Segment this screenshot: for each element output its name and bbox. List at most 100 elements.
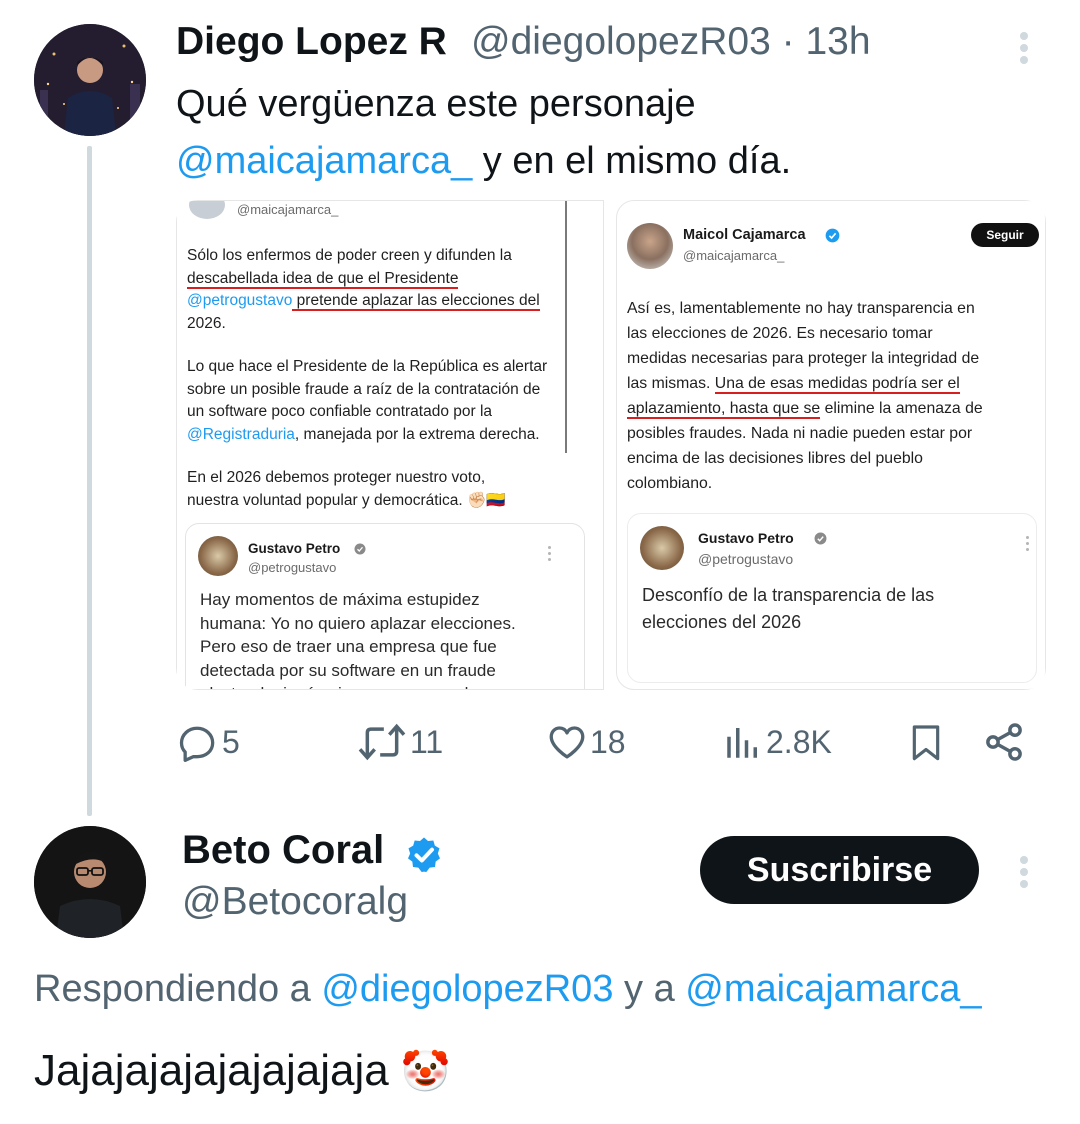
replying-prefix: Respondiendo a xyxy=(34,968,322,1010)
views-count: 2.8K xyxy=(766,723,832,760)
card-line: Así es, lamentablemente no hay transpare… xyxy=(627,300,975,317)
views-button[interactable]: 2.8K xyxy=(722,716,832,768)
card-handle: @maicajamarca_ xyxy=(237,202,339,217)
card-line: encima de las decisiones libres del pueb… xyxy=(627,450,923,467)
repost-button[interactable]: 11 xyxy=(356,716,443,768)
quote-line: Hay momentos de máxima estupidez xyxy=(200,590,480,609)
share-button[interactable] xyxy=(982,716,1026,768)
card-paragraph-1: Sólo los enfermos de poder creen y difun… xyxy=(187,245,597,335)
meta-separator: · xyxy=(781,20,795,63)
reply-count: 5 xyxy=(222,723,240,760)
card-underline: aplazamiento, hasta que se xyxy=(627,400,821,419)
card-line: un software poco confiable contratado po… xyxy=(187,403,493,420)
share-icon xyxy=(986,723,1022,761)
verified-badge-icon xyxy=(814,532,827,545)
author-name[interactable]: Beto Coral xyxy=(182,828,384,873)
reply-icon xyxy=(179,726,215,762)
card-line: nuestra voluntad popular y democrática. … xyxy=(187,491,506,509)
author-handle[interactable]: @diegolopezR03 xyxy=(471,20,771,63)
quote-text: Desconfío de la transparencia de las ele… xyxy=(642,582,1032,636)
card-handle: @maicajamarca_ xyxy=(683,248,785,263)
card-line: @petrogustavo pretende aplazar las elecc… xyxy=(187,290,597,313)
mini-avatar xyxy=(640,526,684,570)
card-paragraph: Así es, lamentablemente no hay transpare… xyxy=(627,296,1043,496)
card-line: @Registraduria, manejada por la extrema … xyxy=(187,424,597,447)
follow-button-image: Seguir xyxy=(971,223,1039,247)
views-icon xyxy=(727,728,757,758)
replying-and: y a xyxy=(613,968,686,1010)
repost-count: 11 xyxy=(410,723,444,760)
quote-line: Desconfío de la transparencia de las xyxy=(642,585,935,605)
clown-emoji: 🤡 xyxy=(400,1049,451,1094)
card-line: Lo que hace el Presidente de la Repúblic… xyxy=(187,358,548,375)
card-line: colombiano. xyxy=(627,475,713,492)
mention-link[interactable]: @maicajamarca_ xyxy=(685,968,981,1010)
quote-line: electoral, ni más ni menos que por la xyxy=(200,682,580,689)
like-button[interactable]: 18 xyxy=(546,716,626,768)
card-name: Maicol Cajamarca xyxy=(683,227,806,243)
card-line: medidas necesarias para proteger la inte… xyxy=(627,350,980,367)
quote-name: Gustavo Petro xyxy=(698,530,794,546)
tweet-text: Qué vergüenza este personaje @maicajamar… xyxy=(176,76,1036,190)
mention-link[interactable]: @maicajamarca_ xyxy=(176,140,472,182)
tweet-text-line1: Qué vergüenza este personaje xyxy=(176,83,696,125)
thread-line xyxy=(87,146,92,816)
card-line: sobre un posible fraude a raíz de la con… xyxy=(187,380,541,398)
card-link: @petrogustavo xyxy=(187,292,293,309)
quote-line: detectada por su software en un fraude xyxy=(200,660,496,680)
quoted-tweet: Gustavo Petro @petrogustavo Desconfío de… xyxy=(627,513,1037,683)
card-underline: descabellada idea de que el Presidente xyxy=(187,269,459,289)
card-line: las mismas. Una de esas medidas podría s… xyxy=(627,371,1043,396)
author-handle[interactable]: @Betocoralg xyxy=(182,880,408,924)
card-line: 2026. xyxy=(187,314,226,332)
quote-line: humana: Yo no quiero aplazar elecciones. xyxy=(200,613,516,633)
mention-link[interactable]: @diegolopezR03 xyxy=(321,968,613,1010)
verified-badge-icon xyxy=(354,543,366,555)
author-name[interactable]: Diego Lopez R xyxy=(176,20,447,64)
author-meta[interactable]: @diegolopezR03 · 13h xyxy=(471,20,871,64)
avatar-beto[interactable] xyxy=(34,826,146,938)
quote-handle: @petrogustavo xyxy=(248,560,337,575)
verified-badge-icon xyxy=(408,837,440,872)
bookmark-button[interactable] xyxy=(906,716,946,768)
mini-avatar xyxy=(627,223,673,269)
more-vertical-icon xyxy=(546,546,552,564)
tweet-media[interactable]: @maicajamarca_ Sólo los enfermos de pode… xyxy=(176,200,1046,690)
card-paragraph-3: En el 2026 debemos proteger nuestro voto… xyxy=(187,467,597,512)
card-line: aplazamiento, hasta que se elimine la am… xyxy=(627,396,1043,421)
timestamp[interactable]: 13h xyxy=(805,20,870,63)
card-line: En el 2026 debemos proteger nuestro voto… xyxy=(187,469,486,486)
tweet-text-rest: y en el mismo día. xyxy=(472,140,792,182)
avatar-diego[interactable] xyxy=(34,24,146,136)
more-vertical-icon[interactable] xyxy=(1008,28,1040,68)
card-line: las elecciones de 2026. Es necesario tom… xyxy=(627,325,933,342)
quote-line: Pero eso de traer una empresa que fue xyxy=(200,637,497,656)
reply-text: Jajajajajajajajajaja 🤡 xyxy=(34,1046,451,1096)
tweet-text-line2: @maicajamarca_ y en el mismo día. xyxy=(176,133,1036,190)
mini-avatar xyxy=(189,201,225,219)
reply-button[interactable]: 5 xyxy=(176,716,240,768)
quote-text: Hay momentos de máxima estupidez humana:… xyxy=(200,588,580,689)
media-image-right[interactable]: Maicol Cajamarca @maicajamarca_ Seguir A… xyxy=(616,200,1046,690)
reply-text-content: Jajajajajajajajajaja xyxy=(34,1046,389,1095)
card-text: elimine la amenaza de xyxy=(820,400,983,417)
card-paragraph-2: Lo que hace el Presidente de la Repúblic… xyxy=(187,356,597,446)
mini-avatar xyxy=(198,536,238,576)
card-text: las mismas. xyxy=(627,375,715,392)
card-line: Sólo los enfermos de poder creen y difun… xyxy=(187,247,512,264)
verified-badge-icon xyxy=(825,228,840,243)
card-text: , manejada por la extrema derecha. xyxy=(294,425,540,443)
quote-handle: @petrogustavo xyxy=(698,551,794,567)
quote-name: Gustavo Petro xyxy=(248,541,341,556)
more-vertical-icon[interactable] xyxy=(1008,852,1040,892)
card-underline: pretende aplazar las elecciones del xyxy=(292,292,540,311)
repost-icon xyxy=(358,723,406,761)
media-image-left[interactable]: @maicajamarca_ Sólo los enfermos de pode… xyxy=(176,200,604,690)
like-icon xyxy=(549,726,585,759)
card-underline: Una de esas medidas podría ser el xyxy=(714,375,960,394)
card-line: posibles fraudes. Nada ni nadie pueden e… xyxy=(627,425,973,442)
subscribe-button[interactable]: Suscribirse xyxy=(700,836,979,904)
card-line: descabellada idea de que el Presidente xyxy=(187,268,597,291)
replying-to: Respondiendo a @diegolopezR03 y a @maica… xyxy=(34,968,982,1011)
quote-line: elecciones del 2026 xyxy=(642,612,802,632)
